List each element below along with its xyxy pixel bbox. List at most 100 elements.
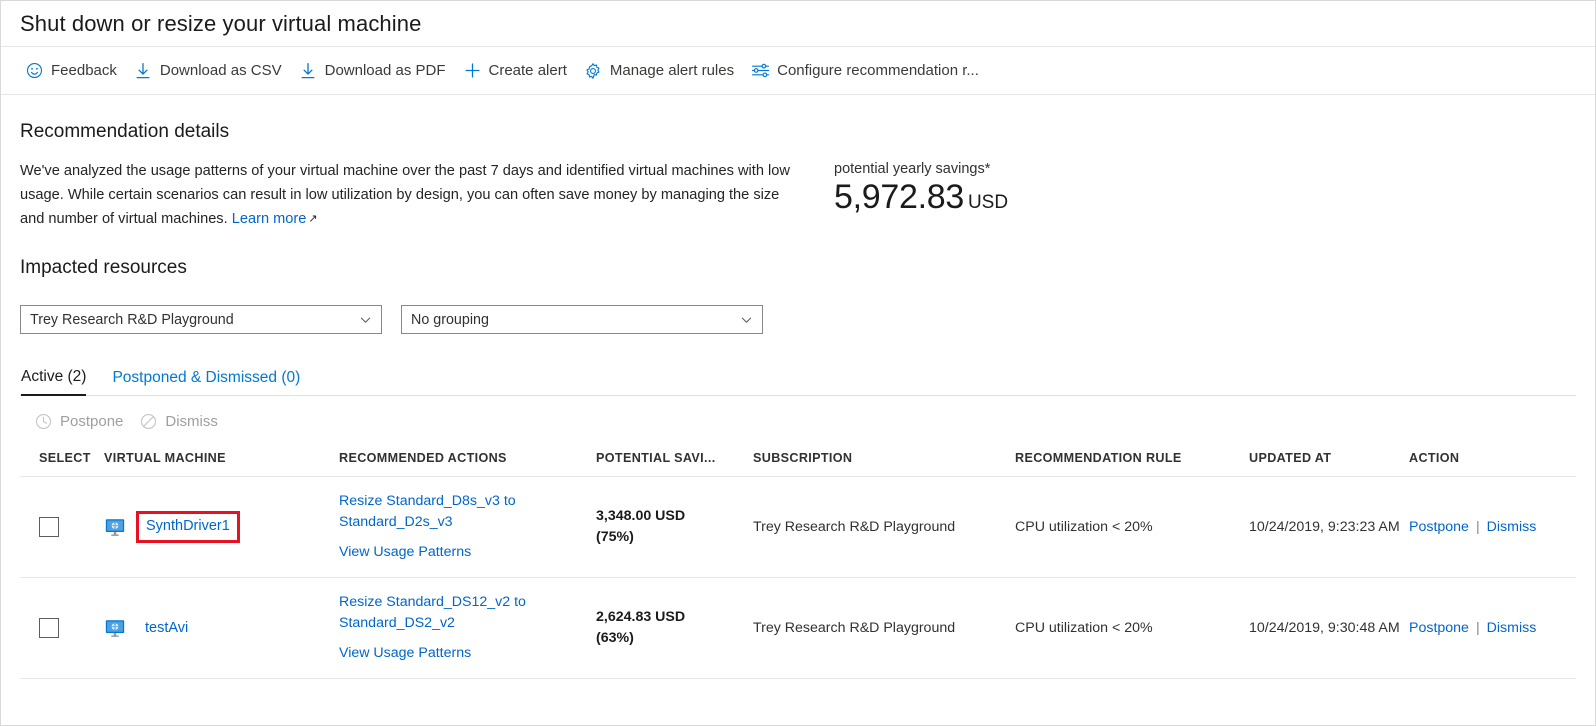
column-header-select: SELECT xyxy=(20,451,104,477)
postpone-bulk-button[interactable]: Postpone xyxy=(34,412,123,430)
main-content: Recommendation details We've analyzed th… xyxy=(1,121,1595,679)
row-recommended-actions-cell: Resize Standard_D8s_v3 to Standard_D2s_v… xyxy=(339,477,596,578)
potential-savings-currency: USD xyxy=(968,192,1008,214)
command-bar: Feedback Download as CSV Download as PDF xyxy=(1,47,1595,95)
sliders-icon xyxy=(751,61,770,80)
page-title: Shut down or resize your virtual machine xyxy=(20,11,421,37)
recommendation-details-row: We've analyzed the usage patterns of you… xyxy=(20,159,1576,231)
vm-name-link[interactable]: SynthDriver1 xyxy=(146,518,230,534)
row-postpone-link[interactable]: Postpone xyxy=(1409,517,1469,538)
row-postpone-link[interactable]: Postpone xyxy=(1409,618,1469,639)
row-dismiss-link[interactable]: Dismiss xyxy=(1487,517,1537,538)
vm-cell-inner: testAvi xyxy=(104,617,331,639)
dismiss-bulk-label: Dismiss xyxy=(165,413,218,430)
potential-savings-value-row: 5,972.83 USD xyxy=(834,178,1008,217)
row-virtual-machine-cell: testAvi xyxy=(104,578,339,679)
download-csv-label: Download as CSV xyxy=(160,62,282,79)
row-savings-amount: 3,348.00 USD xyxy=(596,506,745,527)
row-action-bar: Postpone Dismiss xyxy=(20,412,1576,430)
download-csv-button[interactable]: Download as CSV xyxy=(128,56,293,85)
action-separator: | xyxy=(1476,618,1480,639)
row-savings-amount: 2,624.83 USD xyxy=(596,607,745,628)
feedback-label: Feedback xyxy=(51,62,117,79)
filters-row: Trey Research R&D Playground No grouping xyxy=(20,305,1576,334)
row-virtual-machine-cell: SynthDriver1 xyxy=(104,477,339,578)
row-subscription-cell: Trey Research R&D Playground xyxy=(753,477,1015,578)
learn-more-link[interactable]: Learn more xyxy=(232,211,307,227)
row-checkbox[interactable] xyxy=(39,618,59,638)
row-dismiss-link[interactable]: Dismiss xyxy=(1487,618,1537,639)
row-updated-at-cell: 10/24/2019, 9:30:48 AM xyxy=(1249,578,1409,679)
virtual-machine-icon xyxy=(104,617,126,639)
manage-alert-rules-label: Manage alert rules xyxy=(610,62,734,79)
tab-active[interactable]: Active (2) xyxy=(21,368,86,396)
potential-savings-amount: 5,972.83 xyxy=(834,178,964,217)
subscription-filter-dropdown[interactable]: Trey Research R&D Playground xyxy=(20,305,382,334)
recommendation-blade: Shut down or resize your virtual machine… xyxy=(0,0,1596,726)
download-icon xyxy=(299,61,318,80)
column-header-action: ACTION xyxy=(1409,451,1576,477)
action-gap xyxy=(339,634,588,643)
grouping-filter-dropdown[interactable]: No grouping xyxy=(401,305,763,334)
row-action-cell: Postpone | Dismiss xyxy=(1409,578,1576,679)
vm-cell-inner: SynthDriver1 xyxy=(104,511,331,543)
smiley-icon xyxy=(25,61,44,80)
row-action-cell: Postpone | Dismiss xyxy=(1409,477,1576,578)
column-header-recommendation-rule: RECOMMENDATION RULE xyxy=(1015,451,1249,477)
grouping-filter-value: No grouping xyxy=(411,312,489,328)
row-select-cell xyxy=(20,477,104,578)
impacted-resources-table: SELECT VIRTUAL MACHINE RECOMMENDED ACTIO… xyxy=(20,451,1576,679)
chevron-down-icon xyxy=(359,313,372,326)
tab-list: Active (2) Postponed & Dismissed (0) xyxy=(20,368,1576,396)
row-potential-savings-cell: 3,348.00 USD (75%) xyxy=(596,477,753,578)
resize-action-link[interactable]: Resize Standard_D8s_v3 to Standard_D2s_v… xyxy=(339,491,588,533)
table-header-row: SELECT VIRTUAL MACHINE RECOMMENDED ACTIO… xyxy=(20,451,1576,477)
recommendation-details-heading: Recommendation details xyxy=(20,121,1576,143)
row-savings-percent: (63%) xyxy=(596,628,745,649)
external-link-icon: ↗ xyxy=(308,207,317,231)
gear-icon xyxy=(584,61,603,80)
configure-recommendation-rules-label: Configure recommendation r... xyxy=(777,62,979,79)
recommendation-description-text: We've analyzed the usage patterns of you… xyxy=(20,163,790,227)
configure-recommendation-rules-button[interactable]: Configure recommendation r... xyxy=(745,56,990,85)
table-body: SynthDriver1 Resize Standard_D8s_v3 to S… xyxy=(20,477,1576,679)
recommendation-description: We've analyzed the usage patterns of you… xyxy=(20,159,792,231)
column-header-subscription: SUBSCRIPTION xyxy=(753,451,1015,477)
action-gap xyxy=(339,533,588,542)
title-bar: Shut down or resize your virtual machine xyxy=(1,1,1595,47)
potential-savings-label: potential yearly savings* xyxy=(834,161,1008,177)
row-subscription-cell: Trey Research R&D Playground xyxy=(753,578,1015,679)
row-action-links: Postpone | Dismiss xyxy=(1409,618,1568,639)
dismiss-bulk-button[interactable]: Dismiss xyxy=(139,412,218,430)
row-updated-at-cell: 10/24/2019, 9:23:23 AM xyxy=(1249,477,1409,578)
subscription-filter-value: Trey Research R&D Playground xyxy=(30,312,234,328)
download-icon xyxy=(134,61,153,80)
table-row: testAvi Resize Standard_DS12_v2 to Stand… xyxy=(20,578,1576,679)
view-usage-patterns-link[interactable]: View Usage Patterns xyxy=(339,643,588,664)
manage-alert-rules-button[interactable]: Manage alert rules xyxy=(578,56,745,85)
download-pdf-button[interactable]: Download as PDF xyxy=(293,56,457,85)
potential-savings-block: potential yearly savings* 5,972.83 USD xyxy=(834,159,1008,217)
row-action-links: Postpone | Dismiss xyxy=(1409,517,1568,538)
plus-icon xyxy=(463,61,482,80)
no-entry-icon xyxy=(139,412,157,430)
row-select-cell xyxy=(20,578,104,679)
resize-action-link[interactable]: Resize Standard_DS12_v2 to Standard_DS2_… xyxy=(339,592,588,634)
postpone-bulk-label: Postpone xyxy=(60,413,123,430)
view-usage-patterns-link[interactable]: View Usage Patterns xyxy=(339,542,588,563)
impacted-resources-heading: Impacted resources xyxy=(20,257,1576,279)
column-header-updated-at: UPDATED AT xyxy=(1249,451,1409,477)
table-row: SynthDriver1 Resize Standard_D8s_v3 to S… xyxy=(20,477,1576,578)
row-recommendation-rule-cell: CPU utilization < 20% xyxy=(1015,578,1249,679)
column-header-potential-savings: POTENTIAL SAVI... xyxy=(596,451,753,477)
table-header: SELECT VIRTUAL MACHINE RECOMMENDED ACTIO… xyxy=(20,451,1576,477)
vm-name-link[interactable]: testAvi xyxy=(145,618,188,639)
tab-postponed-dismissed[interactable]: Postponed & Dismissed (0) xyxy=(112,369,300,395)
row-checkbox[interactable] xyxy=(39,517,59,537)
create-alert-button[interactable]: Create alert xyxy=(457,56,578,85)
row-recommended-actions-cell: Resize Standard_DS12_v2 to Standard_DS2_… xyxy=(339,578,596,679)
feedback-button[interactable]: Feedback xyxy=(19,56,128,85)
column-header-virtual-machine: VIRTUAL MACHINE xyxy=(104,451,339,477)
action-separator: | xyxy=(1476,517,1480,538)
clock-icon xyxy=(34,412,52,430)
